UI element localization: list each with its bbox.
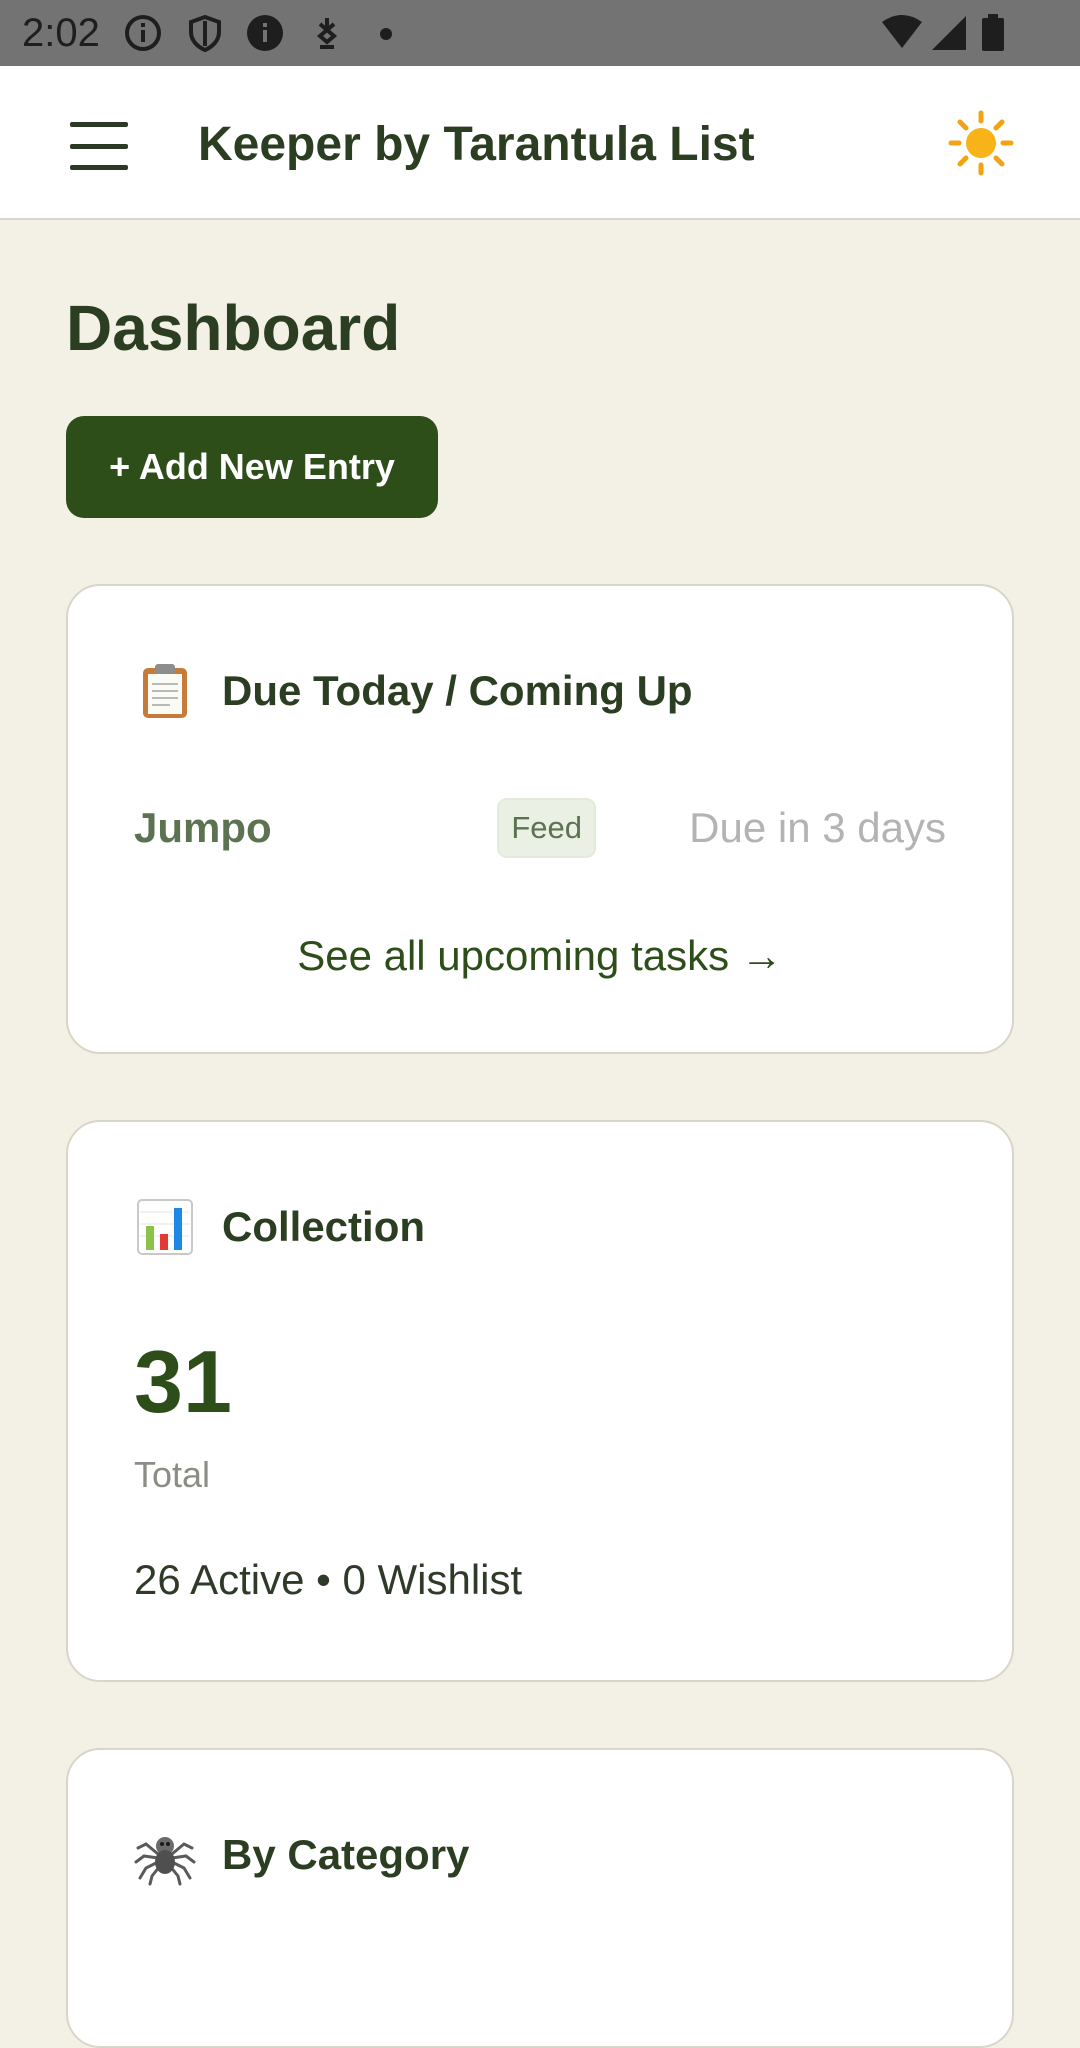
cell-signal-icon: [932, 16, 966, 50]
spider-icon: [134, 1837, 196, 1886]
hamburger-menu-icon[interactable]: [62, 114, 136, 178]
clipboard-icon: [143, 664, 187, 718]
category-card: By Category: [66, 1748, 1014, 2048]
due-card-header: Due Today / Coming Up: [134, 660, 693, 722]
shield-icon: [189, 14, 221, 53]
page-title: Dashboard: [66, 292, 401, 364]
status-bar: 2:02: [0, 0, 1080, 66]
category-card-title: By Category: [222, 1831, 470, 1878]
add-new-entry-button[interactable]: + Add New Entry: [66, 416, 438, 518]
category-card-header: By Category: [134, 1824, 469, 1886]
due-card-title: Due Today / Coming Up: [222, 667, 693, 714]
battery-icon: [982, 14, 1004, 51]
sun-icon[interactable]: [948, 110, 1014, 176]
task-due-text: Due in 3 days: [689, 804, 946, 851]
see-all-upcoming-tasks-link[interactable]: See all upcoming tasks →: [68, 928, 1012, 984]
bar-chart-icon: [137, 1199, 193, 1255]
app-title: Keeper by Tarantula List: [198, 118, 755, 171]
task-row[interactable]: Jumpo Feed Due in 3 days: [134, 798, 946, 858]
app-bar: Keeper by Tarantula List: [0, 66, 1080, 220]
task-name[interactable]: Jumpo: [134, 802, 272, 854]
info-filled-icon: [247, 15, 283, 51]
wifi-icon: [882, 15, 922, 48]
collection-summary: 26 Active • 0 Wishlist: [134, 1556, 523, 1603]
task-type-badge: Feed: [497, 798, 596, 858]
collection-card-title: Collection: [222, 1203, 426, 1250]
collection-total-label: Total: [134, 1454, 211, 1495]
collection-card-header: Collection: [134, 1196, 425, 1258]
notification-dot-icon: [380, 28, 392, 40]
collection-total-number: 31: [134, 1332, 232, 1431]
info-circle-icon: [125, 15, 161, 51]
due-card: Due Today / Coming Up Jumpo Feed Due in …: [66, 584, 1014, 1054]
status-time: 2:02: [22, 11, 100, 55]
download-icon: [316, 18, 338, 49]
collection-card: Collection 31 Total 26 Active • 0 Wishli…: [66, 1120, 1014, 1682]
